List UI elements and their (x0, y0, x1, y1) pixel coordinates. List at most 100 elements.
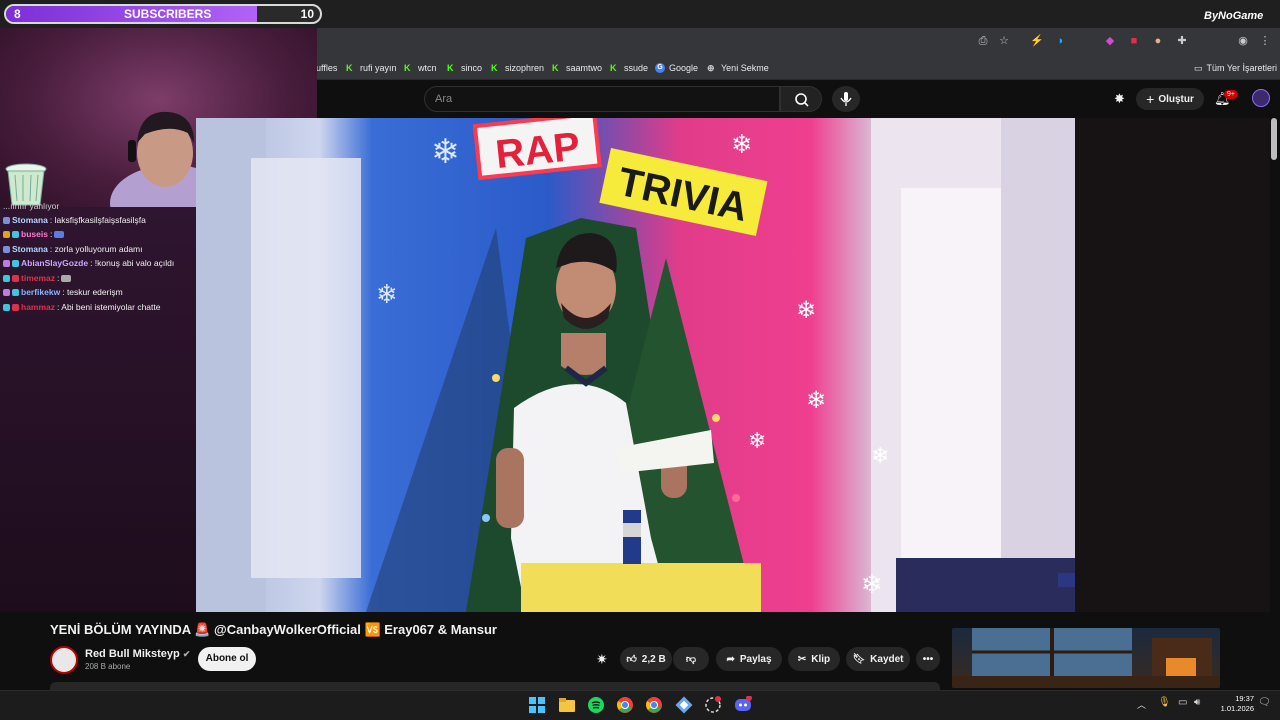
install-icon[interactable]: ⎙ (976, 34, 990, 48)
microphone-tray-icon[interactable]: 🎙︎ (1158, 697, 1171, 708)
scissors-icon: ✂ (797, 653, 807, 665)
chat-badge-icon (3, 230, 10, 238)
chat-message: buseis: (3, 229, 65, 239)
goal-target: 10 (300, 7, 314, 21)
verified-icon: ✔ (182, 649, 191, 659)
extension-icon[interactable]: ● (1151, 34, 1165, 48)
chat-badge-icon (12, 259, 19, 267)
app-icon[interactable] (675, 696, 693, 714)
folder-icon: ▭ (1194, 62, 1203, 73)
chat-message: Stomana: laksfişfkasilşfaişsfasilşfa (3, 215, 146, 225)
bookmark-item[interactable]: G Google (655, 60, 698, 76)
kick-icon: K (610, 63, 617, 73)
voice-search-button[interactable] (832, 86, 860, 112)
profile-icon[interactable]: ◉ (1236, 34, 1250, 48)
goal-label: SUBSCRIBERS (124, 7, 212, 21)
search-input[interactable]: Ara (424, 86, 780, 112)
discord-icon[interactable] (734, 696, 752, 714)
all-bookmarks[interactable]: ▭ Tüm Yer İşaretleri (1194, 60, 1277, 76)
windows-start-icon[interactable] (528, 696, 546, 714)
bookmark-item[interactable]: Ksaamtwo (552, 60, 602, 76)
menu-dots-icon[interactable]: ⋮ (1258, 34, 1272, 48)
bookmark-star-icon[interactable]: ☆ (997, 34, 1011, 48)
extension-icon[interactable]: ⚡ (1030, 34, 1044, 48)
bookmark-item[interactable]: Ksizophren (491, 60, 544, 76)
extension-icon[interactable]: ■ (1127, 34, 1141, 48)
file-explorer-icon[interactable] (558, 696, 576, 714)
chat-message: berfikekw: teskur ederişm (3, 287, 123, 297)
recording-app-icon[interactable] (704, 696, 722, 714)
svg-text:❄: ❄ (376, 280, 398, 310)
chat-badge-icon (3, 288, 10, 296)
chat-message: ...ıınıır yanlıyor (3, 201, 60, 211)
channel-avatar[interactable] (50, 646, 78, 674)
chrome-icon[interactable] (616, 696, 634, 714)
chat-badge-icon (3, 245, 10, 253)
bookmark-item[interactable]: Kssude (610, 60, 648, 76)
chat-badge-icon (3, 259, 10, 267)
more-actions-button[interactable]: ••• (916, 647, 940, 671)
svg-text:❄: ❄ (806, 386, 826, 414)
channel-name[interactable]: Red Bull Miksteyp ✔ (85, 648, 190, 660)
thumbs-up-icon: 👍︎ (626, 654, 637, 665)
chat-badge-icon (3, 303, 10, 311)
chat-badge-icon (12, 230, 19, 238)
chat-badge-icon (12, 288, 19, 296)
chevron-up-icon[interactable]: ︿ (1137, 698, 1146, 711)
thumbs-down-icon: 👎︎ (685, 654, 697, 665)
share-button[interactable]: ➦ Paylaş (716, 647, 782, 671)
create-button[interactable]: + Oluştur (1136, 88, 1204, 110)
chat-message: AbianSlayGozde: !konuş abi valo açıldı (3, 258, 174, 268)
chat-badge-icon (3, 274, 10, 282)
system-clock[interactable]: 19:37 1.01.2026 (1208, 694, 1254, 714)
page-scrollbar[interactable] (1271, 118, 1277, 160)
clip-button[interactable]: ✂ Klip (788, 647, 840, 671)
cabin-window-scene (952, 628, 1220, 688)
rap-banner: RAP (472, 118, 602, 181)
bookmark-item[interactable]: ⊕ Yeni Sekme (707, 60, 769, 76)
more-dots-icon: ••• (922, 653, 934, 665)
bookmark-item[interactable]: Kwtcn (404, 60, 437, 76)
watermark-logo: ByNoGame (1204, 10, 1264, 22)
sparkle-icon[interactable]: ✷ (596, 651, 608, 668)
volume-icon[interactable]: 🔊︎ (1194, 697, 1200, 708)
search-icon (795, 93, 809, 107)
search-button[interactable] (780, 86, 822, 112)
notification-center-icon[interactable]: 🗨︎ (1258, 697, 1271, 708)
chat-badge-icon (12, 274, 19, 282)
dislike-button[interactable]: 👎︎ (673, 647, 709, 671)
kick-icon: K (404, 63, 411, 73)
video-player[interactable]: ❄ ❄ ❄ ❄ ❄ ❄ ❄ ❄ RAP TRIVIA (196, 118, 1075, 612)
kick-icon: K (552, 63, 559, 73)
like-button[interactable]: 👍︎ 2,2 B (620, 647, 672, 671)
microphone-icon (840, 92, 852, 106)
bookmark-item[interactable]: Ksinco (447, 60, 482, 76)
subscriber-goal-bar: 8 SUBSCRIBERS 10 (4, 4, 322, 24)
extension-icon[interactable]: ◗ (1054, 34, 1068, 48)
network-icon[interactable]: ▭ (1178, 697, 1187, 708)
chat-message: timemaz: (3, 273, 72, 283)
subscribe-button[interactable]: Abone ol (198, 647, 256, 671)
spotify-icon[interactable] (587, 696, 605, 714)
bookmark-item[interactable]: Krufi yayın (346, 60, 397, 76)
rap-title-text: RAP (493, 124, 582, 177)
chat-message: Stomana: zorla yolluyorum adamı (3, 244, 143, 254)
save-button[interactable]: 🔖︎ Kaydet (846, 647, 910, 671)
chrome-profile-icon[interactable] (645, 696, 663, 714)
create-clip-icon[interactable]: ✸ (1114, 91, 1125, 107)
google-icon: G (655, 63, 665, 73)
svg-text:❄: ❄ (796, 296, 816, 324)
extensions-puzzle-icon[interactable]: ✚ (1175, 34, 1189, 48)
trivia-banner: TRIVIA (599, 148, 768, 237)
extension-icon[interactable]: ◆ (1103, 34, 1117, 48)
subscriber-count: 208 B abone (85, 662, 131, 671)
video-title: YENİ BÖLÜM YAYINDA 🚨 @CanbayWolkerOffici… (50, 622, 497, 637)
avatar[interactable] (1252, 89, 1270, 107)
windows-taskbar (0, 690, 1280, 720)
bookmark-item[interactable]: uffles (316, 60, 337, 76)
video-frame: ❄ ❄ ❄ ❄ ❄ ❄ ❄ ❄ RAP TRIVIA (196, 118, 1075, 612)
svg-text:❄: ❄ (731, 130, 753, 160)
svg-text:❄: ❄ (748, 429, 766, 454)
emote-icon (54, 230, 65, 238)
bookmark-icon: 🔖︎ (852, 653, 866, 665)
